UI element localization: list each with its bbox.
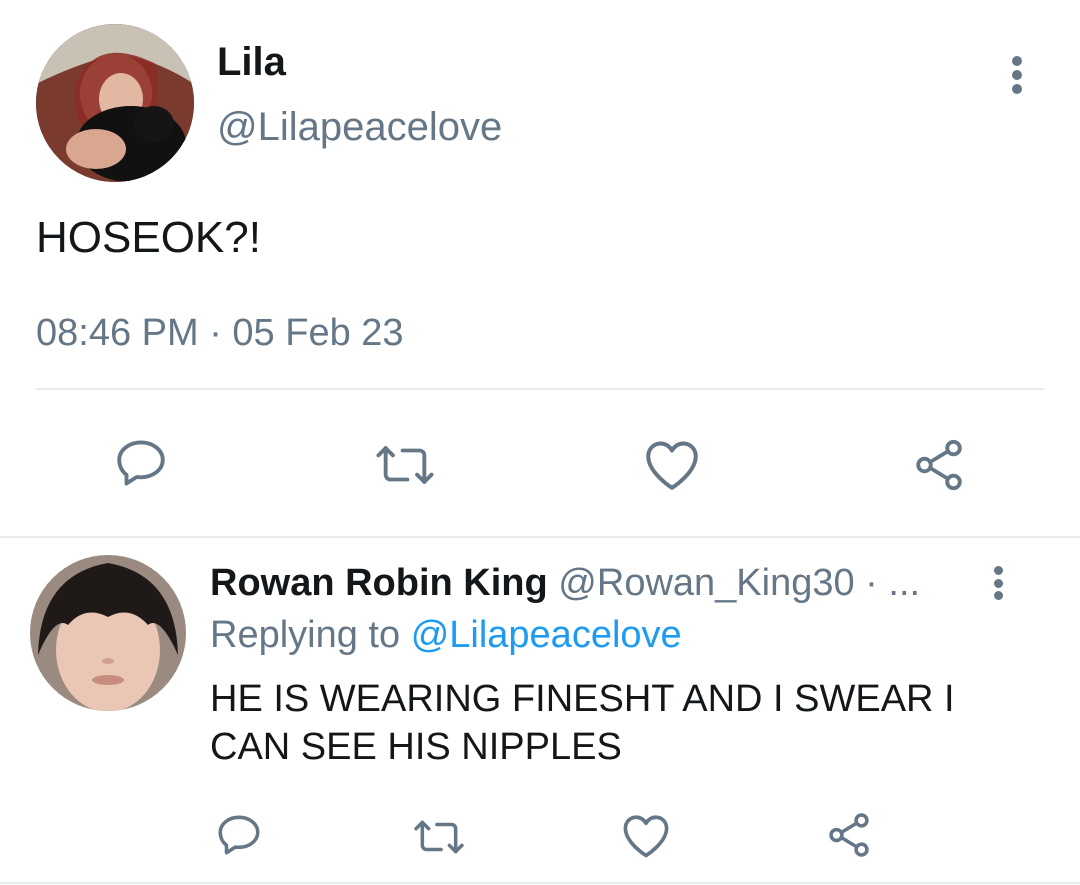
retweet-icon[interactable]	[410, 812, 468, 862]
bottom-divider	[0, 882, 1080, 884]
avatar-photo	[36, 24, 194, 182]
main-actions-divider	[36, 388, 1044, 390]
share-icon[interactable]	[824, 810, 874, 860]
main-author-handle[interactable]: @Lilapeacelove	[217, 103, 502, 151]
replying-to-line: Replying to @Lilapeacelove	[210, 612, 682, 658]
tweet-separator	[0, 536, 1080, 538]
reply-more-options-icon[interactable]	[990, 566, 1006, 600]
reply-author-name[interactable]: Rowan Robin King	[210, 562, 548, 604]
reply-tweet-text-line1: HE IS WEARING FINESHT AND I SWEAR I	[210, 678, 955, 720]
reply-header: Rowan Robin King @Rowan_King30 · ...	[210, 560, 920, 606]
like-icon[interactable]	[642, 436, 702, 492]
main-tweet-text: HOSEOK?!	[36, 213, 261, 262]
reply-tweet-text-line2: CAN SEE HIS NIPPLES	[210, 726, 622, 768]
retweet-icon[interactable]	[372, 436, 438, 494]
reply-author-handle[interactable]: @Rowan_King30 · ...	[558, 562, 920, 604]
replying-to-handle[interactable]: @Lilapeacelove	[411, 614, 682, 656]
avatar-photo	[30, 555, 186, 711]
reply-icon[interactable]	[214, 810, 264, 860]
main-author-name[interactable]: Lila	[217, 38, 286, 86]
main-tweet-timestamp: 08:46 PM · 05 Feb 23	[36, 312, 404, 354]
like-icon[interactable]	[620, 810, 672, 860]
main-more-options-icon[interactable]	[1008, 56, 1026, 94]
reply-icon[interactable]	[112, 434, 170, 492]
share-icon[interactable]	[910, 436, 968, 494]
main-author-avatar[interactable]	[36, 24, 194, 182]
reply-author-avatar[interactable]	[30, 555, 186, 711]
replying-to-label: Replying to	[210, 614, 401, 656]
